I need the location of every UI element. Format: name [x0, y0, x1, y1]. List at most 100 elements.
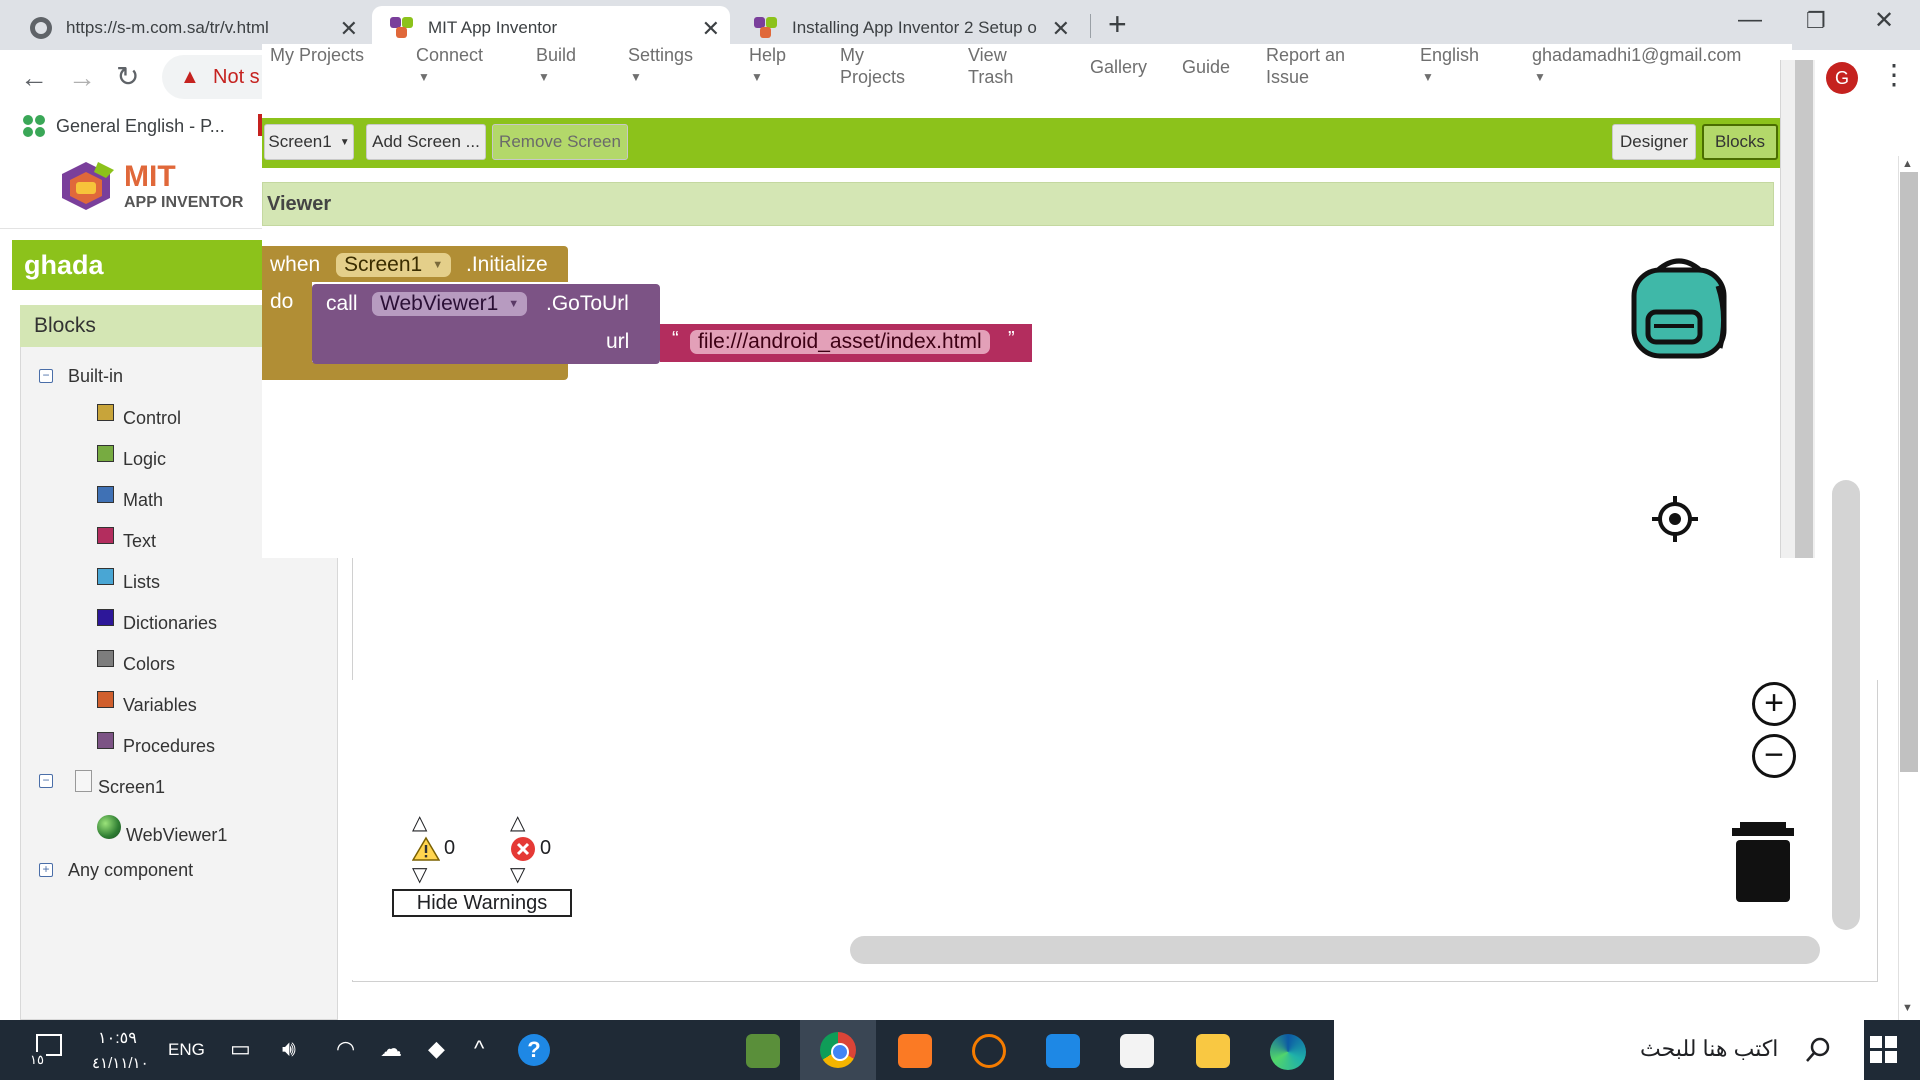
- show-hidden-icons[interactable]: ^: [474, 1036, 484, 1062]
- file-explorer-icon[interactable]: [1196, 1034, 1230, 1068]
- tree-builtin[interactable]: Built-in: [68, 366, 123, 387]
- tree-category-procedures[interactable]: Procedures: [123, 736, 215, 757]
- horizontal-scrollbar[interactable]: [850, 936, 1820, 964]
- add-screen-button[interactable]: Add Screen ...: [366, 124, 486, 160]
- window-close-icon[interactable]: ✕: [1874, 6, 1894, 35]
- nav-my-projects-top[interactable]: My Projects: [270, 44, 364, 66]
- eclipse-icon[interactable]: [972, 1034, 1006, 1068]
- mail-icon[interactable]: [1046, 1034, 1080, 1068]
- zoom-out-icon[interactable]: −: [1752, 734, 1796, 778]
- nav-settings[interactable]: Settings: [628, 44, 693, 66]
- nav-build[interactable]: Build: [536, 44, 576, 66]
- nav-connect[interactable]: Connect: [416, 44, 483, 66]
- new-tab-button[interactable]: +: [1108, 6, 1127, 43]
- trash-icon[interactable]: [1730, 822, 1796, 904]
- bookmark-item[interactable]: General English - P...: [22, 114, 225, 138]
- page-scrollbar-thumb[interactable]: [1900, 172, 1918, 772]
- nav-guide[interactable]: Guide: [1182, 56, 1230, 78]
- remove-screen-button[interactable]: Remove Screen: [492, 124, 628, 160]
- profile-avatar[interactable]: G: [1826, 62, 1858, 94]
- prev-warning-icon[interactable]: △: [412, 810, 427, 835]
- tree-category-lists[interactable]: Lists: [123, 572, 160, 593]
- nav-report-issue[interactable]: Report an Issue: [1266, 44, 1345, 88]
- windows-start-icon[interactable]: [1870, 1036, 1898, 1064]
- notification-count: ١٥: [28, 1052, 46, 1068]
- tab-title: Installing App Inventor 2 Setup o: [792, 18, 1037, 37]
- tree-category-colors[interactable]: Colors: [123, 654, 175, 675]
- zoom-in-icon[interactable]: +: [1752, 682, 1796, 726]
- project-name: ghada: [12, 240, 262, 290]
- reload-icon[interactable]: ↻: [116, 60, 139, 93]
- text-value-field[interactable]: file:///android_asset/index.html: [690, 330, 990, 354]
- edge-icon[interactable]: [1270, 1034, 1306, 1070]
- do-label: do: [270, 290, 294, 313]
- tree-screen1[interactable]: Screen1: [98, 777, 165, 798]
- input-language[interactable]: ENG: [168, 1040, 205, 1060]
- lists-swatch-icon: [97, 568, 114, 585]
- inner-scrollbar-thumb[interactable]: [1795, 60, 1813, 558]
- blocks-button[interactable]: Blocks: [1702, 124, 1778, 160]
- scroll-up-icon[interactable]: ▲: [1902, 158, 1913, 170]
- error-icon: [511, 837, 535, 861]
- tree-category-text[interactable]: Text: [123, 531, 156, 552]
- taskbar-time[interactable]: ١٠:٥٩: [98, 1028, 137, 1048]
- tree-webviewer1[interactable]: WebViewer1: [126, 825, 227, 846]
- taskbar-date[interactable]: ٤١/١١/١٠: [92, 1054, 149, 1072]
- method-component-label: WebViewer1: [380, 292, 499, 315]
- close-tab-icon[interactable]: ✕: [1052, 16, 1070, 42]
- store-icon[interactable]: [1120, 1034, 1154, 1068]
- hide-warnings-button[interactable]: Hide Warnings: [392, 889, 572, 917]
- wifi-icon[interactable]: ◠: [336, 1036, 355, 1062]
- quote-close-label: ”: [1008, 328, 1015, 350]
- scroll-down-icon[interactable]: ▼: [1902, 1002, 1913, 1014]
- onedrive-icon[interactable]: ☁: [380, 1036, 402, 1062]
- next-error-icon[interactable]: ▽: [510, 862, 525, 887]
- tree-category-logic[interactable]: Logic: [123, 449, 166, 470]
- event-component-dropdown[interactable]: Screen1 ▼: [336, 253, 452, 277]
- mit-app-inventor-logo[interactable]: MIT APP INVENTOR: [54, 158, 254, 214]
- keyboard-icon[interactable]: ▭: [230, 1036, 251, 1062]
- vertical-scrollbar[interactable]: [1832, 480, 1860, 930]
- mit-favicon-icon: [390, 17, 414, 39]
- tab-divider: [1090, 14, 1091, 38]
- back-icon[interactable]: ←: [20, 62, 48, 94]
- dropdown-arrow-icon: ▼: [751, 70, 763, 84]
- tree-any-component[interactable]: Any component: [68, 860, 193, 881]
- next-warning-icon[interactable]: ▽: [412, 862, 427, 887]
- collapse-icon[interactable]: −: [39, 774, 53, 788]
- xampp-icon[interactable]: [898, 1034, 932, 1068]
- recenter-icon[interactable]: [1650, 494, 1700, 544]
- nav-account[interactable]: ghadamadhi1@gmail.com: [1532, 44, 1741, 66]
- tree-category-math[interactable]: Math: [123, 490, 163, 511]
- nav-language[interactable]: English: [1420, 44, 1479, 66]
- browser-menu-icon[interactable]: ⋮: [1880, 58, 1908, 91]
- taskbar-search-box[interactable]: [1334, 1020, 1864, 1080]
- tab-title: https://s-m.com.sa/tr/v.html: [66, 18, 269, 37]
- chrome-icon-center: [831, 1043, 849, 1061]
- expand-icon[interactable]: +: [39, 863, 53, 877]
- prev-error-icon[interactable]: △: [510, 810, 525, 835]
- close-tab-icon[interactable]: ✕: [702, 16, 720, 42]
- mit-favicon-icon: [754, 17, 778, 39]
- nav-gallery[interactable]: Gallery: [1090, 56, 1147, 78]
- nav-my-projects[interactable]: My Projects: [840, 44, 905, 88]
- android-emulator-icon[interactable]: [746, 1034, 780, 1068]
- screen-select[interactable]: Screen1 ▼: [264, 124, 354, 160]
- help-icon[interactable]: ?: [518, 1034, 550, 1066]
- restore-icon[interactable]: ❐: [1806, 8, 1826, 34]
- dropbox-icon[interactable]: ◆: [428, 1036, 445, 1062]
- viewer-title: Viewer: [262, 182, 1774, 226]
- tree-category-control[interactable]: Control: [123, 408, 181, 429]
- nav-view-trash[interactable]: View Trash: [968, 44, 1013, 88]
- method-component-dropdown[interactable]: WebViewer1 ▼: [372, 292, 528, 316]
- designer-button[interactable]: Designer: [1612, 124, 1696, 160]
- backpack-icon[interactable]: [1628, 256, 1730, 360]
- minimize-icon[interactable]: —: [1738, 6, 1762, 34]
- volume-icon[interactable]: 🔊︎: [282, 1036, 296, 1062]
- tree-category-variables[interactable]: Variables: [123, 695, 197, 716]
- forward-icon[interactable]: →: [68, 62, 96, 94]
- nav-help[interactable]: Help: [749, 44, 786, 66]
- collapse-icon[interactable]: −: [39, 369, 53, 383]
- close-tab-icon[interactable]: ✕: [340, 16, 358, 42]
- tree-category-dictionaries[interactable]: Dictionaries: [123, 613, 217, 634]
